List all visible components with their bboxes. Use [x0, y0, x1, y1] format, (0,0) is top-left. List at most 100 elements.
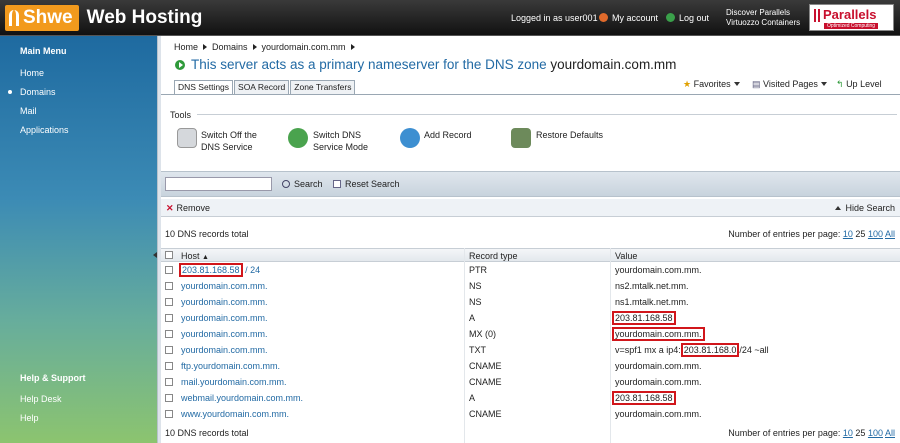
breadcrumb-domain[interactable]: yourdomain.com.mm — [262, 42, 346, 52]
sidebar-item-domains[interactable]: Domains — [20, 87, 56, 97]
breadcrumb-domains[interactable]: Domains — [212, 42, 248, 52]
tab-zone-transfers[interactable]: Zone Transfers — [290, 80, 356, 94]
breadcrumb-sep-icon — [252, 44, 257, 50]
row-type: CNAME — [469, 361, 502, 371]
row-value: 203.81.168.58 — [612, 391, 676, 405]
per-page-10[interactable]: 10 — [843, 428, 853, 438]
parallels-logo[interactable]: Parallels Optimized Computing — [809, 4, 894, 31]
table-row: www.yourdomain.com.mm. CNAME yourdomain.… — [161, 406, 900, 422]
row-host[interactable]: webmail.yourdomain.com.mm. — [181, 393, 303, 403]
row-host[interactable]: mail.yourdomain.com.mm. — [181, 377, 287, 387]
row-value: yourdomain.com.mm. — [615, 361, 702, 371]
row-value: yourdomain.com.mm. — [612, 327, 705, 341]
breadcrumb-sep-icon — [203, 44, 208, 50]
select-all-checkbox[interactable] — [165, 251, 173, 259]
host-suffix: / 24 — [245, 265, 261, 275]
switch-off-dns-button[interactable]: Switch Off the DNS Service — [201, 129, 257, 153]
per-page-25: 25 — [855, 428, 866, 438]
chevron-down-icon — [733, 82, 740, 86]
up-level-link[interactable]: ↰ Up Level — [836, 79, 882, 90]
search-input[interactable] — [165, 177, 272, 191]
main-menu-heading: Main Menu — [20, 46, 67, 56]
per-page-100[interactable]: 100 — [868, 229, 883, 239]
row-checkbox[interactable] — [165, 362, 173, 370]
logo-brand-box: Shwe — [5, 5, 79, 31]
remove-button[interactable]: ✕ Remove — [166, 203, 210, 214]
value-post: /24 ~all — [739, 345, 769, 355]
row-type: NS — [469, 281, 482, 291]
row-checkbox[interactable] — [165, 298, 173, 306]
reset-search-button[interactable]: Reset Search — [333, 179, 400, 189]
sidebar: Main Menu Home Domains Mail Applications… — [0, 36, 157, 443]
row-value: yourdomain.com.mm. — [615, 265, 702, 275]
row-host[interactable]: 203.81.168.58 / 24 — [179, 263, 261, 277]
my-account-link[interactable]: My account — [599, 13, 658, 23]
per-page-25: 25 — [855, 229, 866, 239]
restore-defaults-icon[interactable] — [511, 128, 531, 148]
sidebar-item-applications[interactable]: Applications — [20, 125, 69, 135]
logo-text: Web Hosting — [86, 7, 203, 28]
table-row: yourdomain.com.mm. TXT v=spf1 mx a ip4: 2… — [161, 342, 900, 358]
per-page-selector-footer: Number of entries per page: 10 25 100 Al… — [728, 428, 895, 438]
row-value: yourdomain.com.mm. — [615, 377, 702, 387]
column-header-type[interactable]: Record type — [469, 251, 518, 261]
discover-line2: Virtuozzo Containers — [726, 18, 801, 27]
logo[interactable]: Shwe Web Hosting — [5, 5, 202, 31]
row-host[interactable]: yourdomain.com.mm. — [181, 313, 268, 323]
row-host[interactable]: yourdomain.com.mm. — [181, 281, 268, 291]
sidebar-item-help-desk[interactable]: Help Desk — [20, 394, 62, 404]
search-button[interactable]: Search — [282, 179, 323, 189]
tab-soa-record[interactable]: SOA Record — [234, 80, 290, 94]
main-content: Home Domains yourdomain.com.mm This server… — [161, 36, 900, 443]
row-host[interactable]: yourdomain.com.mm. — [181, 329, 268, 339]
row-checkbox[interactable] — [165, 394, 173, 402]
add-record-button[interactable]: Add Record — [424, 129, 472, 141]
host-header-label: Host — [181, 251, 200, 261]
favorites-label: Favorites — [693, 79, 731, 89]
favorites-menu[interactable]: ★ Favorites — [683, 79, 740, 90]
sidebar-item-home[interactable]: Home — [20, 68, 44, 78]
row-host[interactable]: yourdomain.com.mm. — [181, 345, 268, 355]
column-header-host[interactable]: Host ▲ — [181, 251, 209, 261]
log-out-link[interactable]: Log out — [666, 13, 709, 23]
parallels-wordmark: Parallels — [823, 7, 877, 22]
row-checkbox[interactable] — [165, 346, 173, 354]
row-type: PTR — [469, 265, 487, 275]
row-host[interactable]: www.yourdomain.com.mm. — [181, 409, 289, 419]
hide-search-button[interactable]: Hide Search — [835, 203, 895, 213]
table-row: ftp.yourdomain.com.mm. CNAME yourdomain.… — [161, 358, 900, 374]
row-checkbox[interactable] — [165, 266, 173, 274]
visited-pages-menu[interactable]: ▤ Visited Pages — [752, 79, 827, 90]
records-total: 10 DNS records total — [165, 229, 249, 239]
records-total-footer: 10 DNS records total — [165, 428, 249, 438]
breadcrumb-home[interactable]: Home — [174, 42, 198, 52]
collapse-arrow-icon[interactable] — [153, 252, 157, 258]
row-checkbox[interactable] — [165, 330, 173, 338]
hide-search-label: Hide Search — [845, 203, 895, 213]
search-icon — [282, 180, 290, 188]
per-page-all[interactable]: All — [885, 229, 895, 239]
sidebar-item-help[interactable]: Help — [20, 413, 39, 423]
row-checkbox[interactable] — [165, 410, 173, 418]
per-page-all[interactable]: All — [885, 428, 895, 438]
up-arrow-icon: ↰ — [836, 79, 844, 89]
add-record-icon[interactable] — [400, 128, 420, 148]
user-icon — [599, 13, 608, 22]
switch-dns-mode-button[interactable]: Switch DNS Service Mode — [313, 129, 368, 153]
per-page-100[interactable]: 100 — [868, 428, 883, 438]
star-icon: ★ — [683, 79, 692, 89]
discover-parallels-link[interactable]: Discover Parallels Virtuozzo Containers — [726, 8, 800, 28]
per-page-10[interactable]: 10 — [843, 229, 853, 239]
row-checkbox[interactable] — [165, 282, 173, 290]
column-header-value[interactable]: Value — [615, 251, 637, 261]
sidebar-item-mail[interactable]: Mail — [20, 106, 37, 116]
row-host[interactable]: yourdomain.com.mm. — [181, 297, 268, 307]
row-checkbox[interactable] — [165, 378, 173, 386]
row-checkbox[interactable] — [165, 314, 173, 322]
tab-dns-settings[interactable]: DNS Settings — [174, 80, 234, 94]
row-host[interactable]: ftp.yourdomain.com.mm. — [181, 361, 280, 371]
pages-icon: ▤ — [752, 79, 761, 89]
switch-mode-icon[interactable] — [288, 128, 308, 148]
switch-off-icon[interactable] — [177, 128, 197, 148]
restore-defaults-button[interactable]: Restore Defaults — [536, 129, 603, 141]
